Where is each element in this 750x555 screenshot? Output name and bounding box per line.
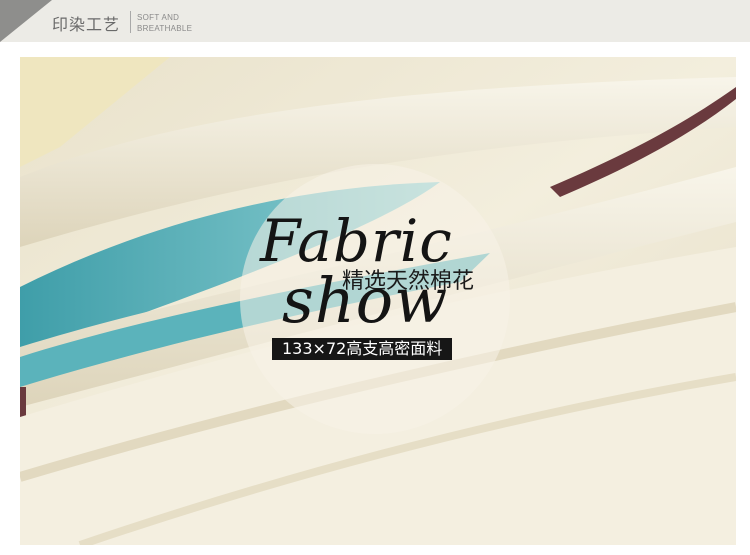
subtitle-line-1: SOFT AND [137,13,180,22]
section-header: 印染工艺 SOFT AND BREATHABLE [0,0,750,42]
header-divider [130,11,131,33]
subtitle-line-2: BREATHABLE [137,24,193,33]
badge-title-show: show [282,264,449,337]
section-title: 印染工艺 [52,15,121,34]
section-subtitle: SOFT AND BREATHABLE [137,12,192,34]
header-corner-tab [0,0,52,42]
badge-title-fabric: Fabric [260,207,453,275]
fabric-spec-label: 133×72高支高密面料 [272,338,453,360]
